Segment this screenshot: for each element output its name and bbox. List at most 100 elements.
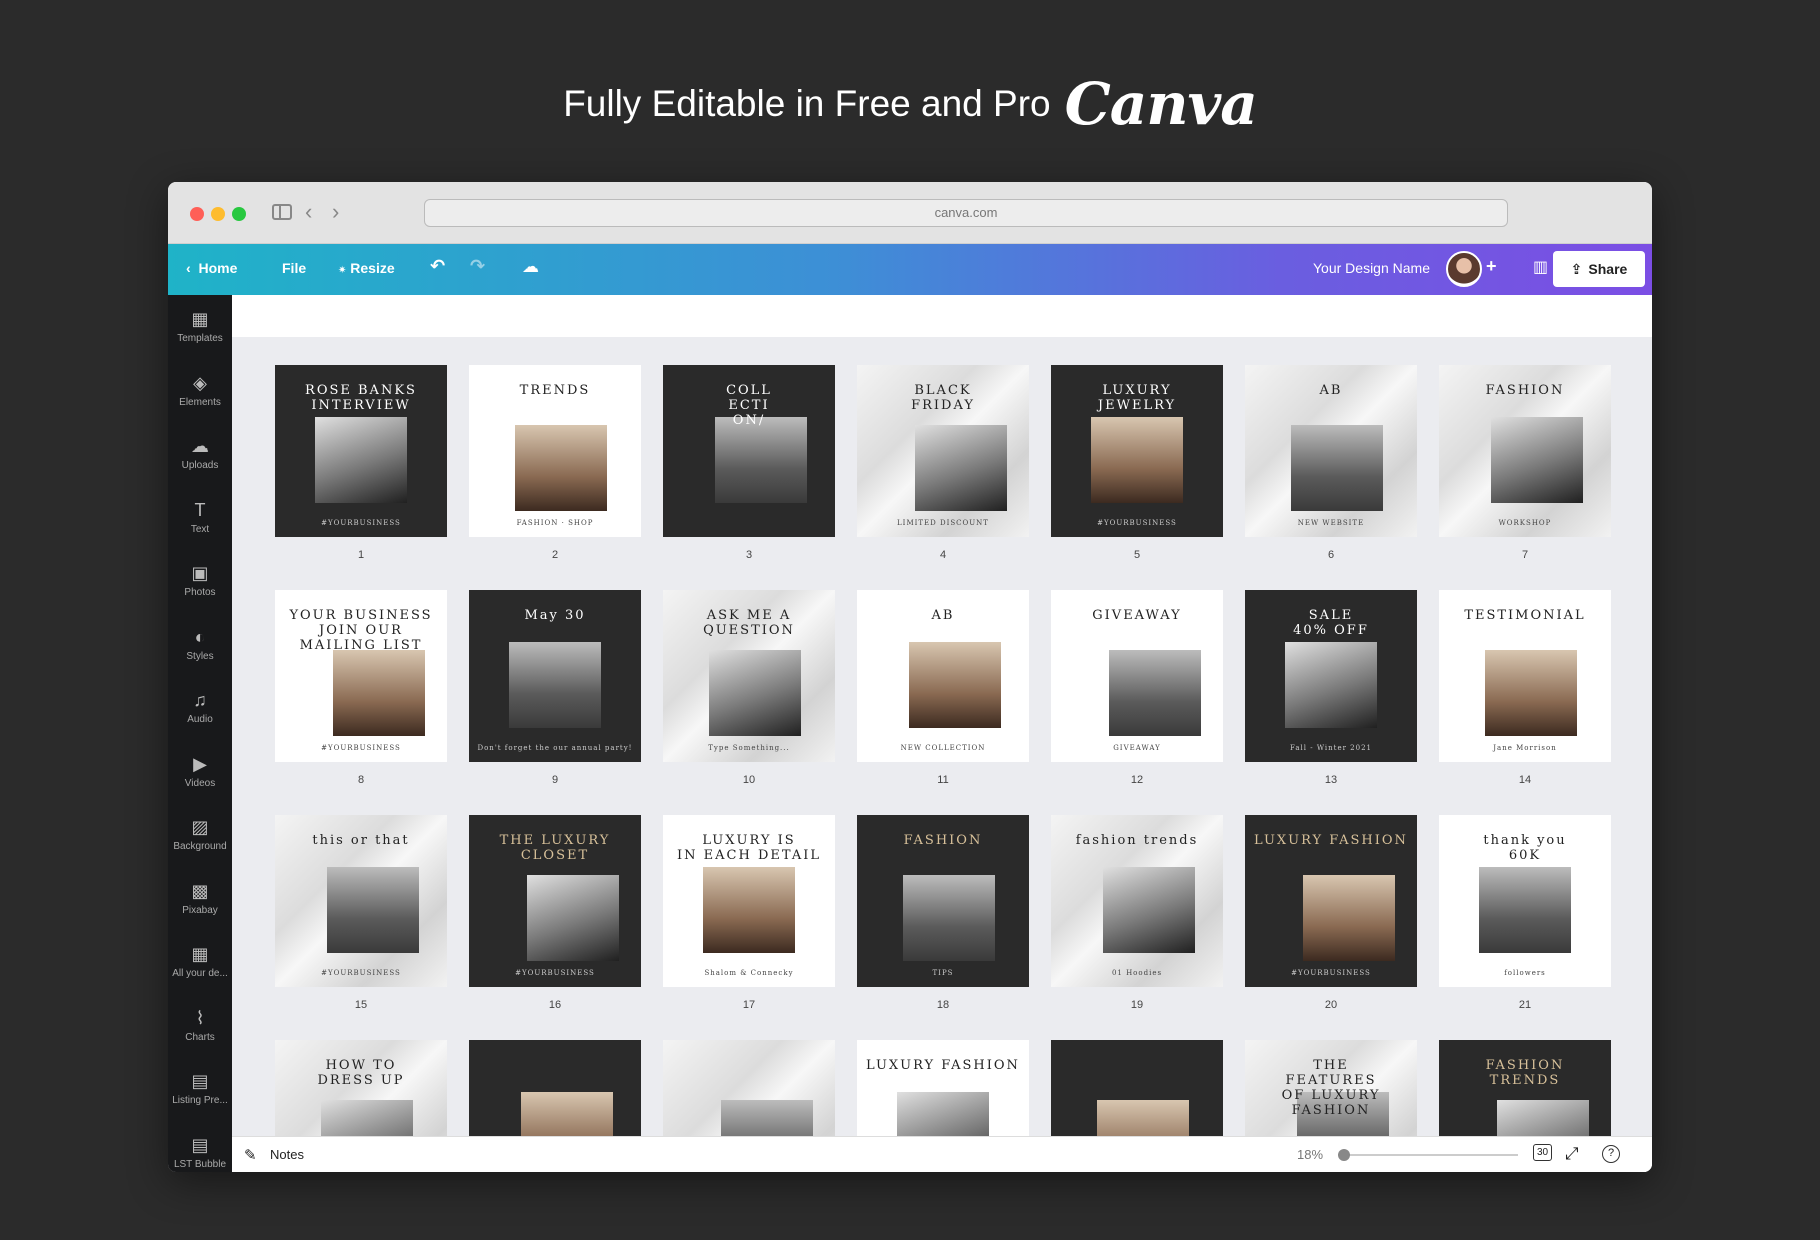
address-bar[interactable]: canva.com (424, 199, 1508, 227)
thumbnail-photo (709, 650, 801, 736)
sidebar-item-text[interactable]: T Text (168, 500, 232, 535)
sidebar-item-lst-bubble[interactable]: ▤ LST Bubble (168, 1135, 232, 1170)
page-thumbnail[interactable]: FASHION TIPS (857, 815, 1029, 987)
page-thumbnail[interactable]: SALE 40% OFF Fall - Winter 2021 (1245, 590, 1417, 762)
minimize-window-button[interactable] (211, 207, 225, 221)
thumbnail-subtitle: LIMITED DISCOUNT (897, 519, 989, 527)
sidebar-item-charts[interactable]: ⌇ Charts (168, 1008, 232, 1043)
sidebar-item-styles[interactable]: ◐ Styles (168, 627, 232, 662)
sidebar-item-label: Text (190, 523, 210, 535)
redo-icon[interactable]: ↷ (470, 256, 485, 277)
page-count-button[interactable]: 30 (1533, 1144, 1553, 1161)
thumbnail-title: LUXURY FASHION (1254, 833, 1408, 848)
user-avatar[interactable] (1446, 251, 1482, 287)
sidebar-toggle-icon[interactable] (272, 204, 292, 220)
page-thumbnail[interactable]: LUXURY IS IN EACH DETAIL Shalom & Conneck… (663, 815, 835, 987)
thumbnail-subtitle: #YOURBUSINESS (515, 969, 595, 977)
canvas-header-strip (232, 295, 1652, 337)
page-thumbnail[interactable]: COLL ECTI ON/ (663, 365, 835, 537)
sidebar-item-pixabay[interactable]: ▩ Pixabay (168, 881, 232, 916)
thumbnail-photo (509, 642, 601, 728)
zoom-slider[interactable] (1338, 1149, 1518, 1161)
forward-arrow-icon[interactable]: › (332, 199, 339, 225)
thumbnail-title: ROSE BANKS INTERVIEW (305, 383, 417, 413)
sidebar-item-videos[interactable]: ▶ Videos (168, 754, 232, 789)
page-thumbnail[interactable]: TRENDS FASHION · SHOP (469, 365, 641, 537)
thumbnail-photo (1109, 650, 1201, 736)
page-grid-view: ROSE BANKS INTERVIEW #YOURBUSINESS 1 TRENDS… (232, 295, 1652, 1172)
thumbnail-title: LUXURY FASHION (866, 1058, 1020, 1073)
page-thumbnail[interactable]: GIVEAWAY GIVEAWAY (1051, 590, 1223, 762)
sidebar-item-label: Charts (185, 1031, 215, 1043)
charts-icon: ⌇ (195, 1007, 205, 1028)
close-window-button[interactable] (190, 207, 204, 221)
all-designs-icon: ▦ (191, 944, 209, 964)
text-icon: T (194, 499, 206, 520)
resize-button[interactable]: ✷ Resize (338, 260, 395, 276)
thumbnail-photo (903, 875, 995, 961)
cloud-saved-icon[interactable]: ☁ (522, 257, 539, 277)
file-menu[interactable]: File (282, 260, 306, 276)
sidebar-item-background[interactable]: ▨ Background (168, 817, 232, 852)
page-number: 2 (551, 549, 559, 561)
fullscreen-icon[interactable]: ⤢ (1565, 1144, 1579, 1164)
page-thumbnail[interactable]: THE LUXURY CLOSET #YOURBUSINESS (469, 815, 641, 987)
thumbnail-subtitle: #YOURBUSINESS (1291, 969, 1371, 977)
page-number: 10 (742, 774, 756, 786)
thumbnail-photo (703, 867, 795, 953)
page-thumbnail[interactable]: ROSE BANKS INTERVIEW #YOURBUSINESS (275, 365, 447, 537)
add-collaborator-icon[interactable]: + (1486, 256, 1497, 277)
maximize-window-button[interactable] (232, 207, 246, 221)
page-number: 16 (548, 999, 562, 1011)
page-thumbnail[interactable]: ASK ME A QUESTION Type Something... (663, 590, 835, 762)
page-thumbnail[interactable]: May 30 Don't forget the our annual party! (469, 590, 641, 762)
home-button[interactable]: ‹ Home (186, 260, 237, 276)
notes-button[interactable]: Notes (270, 1147, 304, 1162)
page-thumbnail[interactable]: TESTIMONIAL Jane Morrison (1439, 590, 1611, 762)
page-thumbnail[interactable]: fashion trends 01 Hoodies (1051, 815, 1223, 987)
thumbnail-title: LUXURY IS IN EACH DETAIL (677, 833, 821, 863)
sidebar-item-audio[interactable]: ♫ Audio (168, 690, 232, 725)
page-thumbnail[interactable]: BLACK FRIDAY LIMITED DISCOUNT (857, 365, 1029, 537)
page-number: 11 (937, 774, 949, 786)
thumbnail-title: GIVEAWAY (1092, 608, 1182, 623)
notes-icon[interactable]: ✎ (244, 1146, 257, 1164)
page-thumbnail[interactable]: this or that #YOURBUSINESS (275, 815, 447, 987)
page-thumbnail[interactable]: LUXURY FASHION #YOURBUSINESS (1245, 815, 1417, 987)
thumbnail-photo (1285, 642, 1377, 728)
thumbnail-title: BLACK FRIDAY (911, 383, 975, 413)
thumbnail-subtitle: followers (1504, 969, 1546, 977)
sidebar-item-label: Elements (179, 396, 221, 408)
undo-icon[interactable]: ↶ (430, 256, 445, 277)
sidebar-item-photos[interactable]: ▣ Photos (168, 563, 232, 598)
background-icon: ▨ (191, 817, 209, 837)
help-button[interactable]: ? (1602, 1145, 1620, 1163)
sidebar-item-uploads[interactable]: ☁ Uploads (168, 436, 232, 471)
zoom-slider-handle[interactable] (1338, 1149, 1350, 1161)
page-thumbnail[interactable]: FASHION WORKSHOP (1439, 365, 1611, 537)
resize-icon: ✷ (338, 265, 347, 276)
home-label: Home (198, 260, 238, 276)
share-button[interactable]: ⇪ Share (1553, 251, 1645, 287)
back-arrow-icon[interactable]: ‹ (305, 199, 312, 225)
listing-icon: ▤ (191, 1071, 209, 1091)
page-thumbnail[interactable]: YOUR BUSINESS JOIN OUR MAILING LIST #YOUR… (275, 590, 447, 762)
sidebar-item-elements[interactable]: ◈ Elements (168, 373, 232, 408)
page-thumbnail[interactable]: LUXURY JEWELRY #YOURBUSINESS (1051, 365, 1223, 537)
sidebar-item-all-your-de[interactable]: ▦ All your de... (168, 944, 232, 979)
design-name[interactable]: Your Design Name (1313, 260, 1430, 276)
thumbnail-subtitle: #YOURBUSINESS (321, 744, 401, 752)
share-label: Share (1588, 261, 1628, 277)
sidebar-item-templates[interactable]: ▦ Templates (168, 309, 232, 344)
insights-icon[interactable]: ▥ (1533, 257, 1548, 277)
page-number: 6 (1327, 549, 1335, 561)
zoom-level[interactable]: 18% (1297, 1147, 1323, 1162)
page-thumbnail[interactable]: thank you 60K followers (1439, 815, 1611, 987)
sidebar-item-label: Templates (177, 333, 223, 344)
thumbnail-photo (1291, 425, 1383, 511)
page-thumbnail[interactable]: AB NEW COLLECTION (857, 590, 1029, 762)
sidebar-item-label: Videos (184, 777, 216, 789)
page-thumbnail[interactable]: AB NEW WEBSITE (1245, 365, 1417, 537)
thumbnail-title: FASHION (1485, 383, 1565, 398)
sidebar-item-listing-pre[interactable]: ▤ Listing Pre... (168, 1071, 232, 1106)
